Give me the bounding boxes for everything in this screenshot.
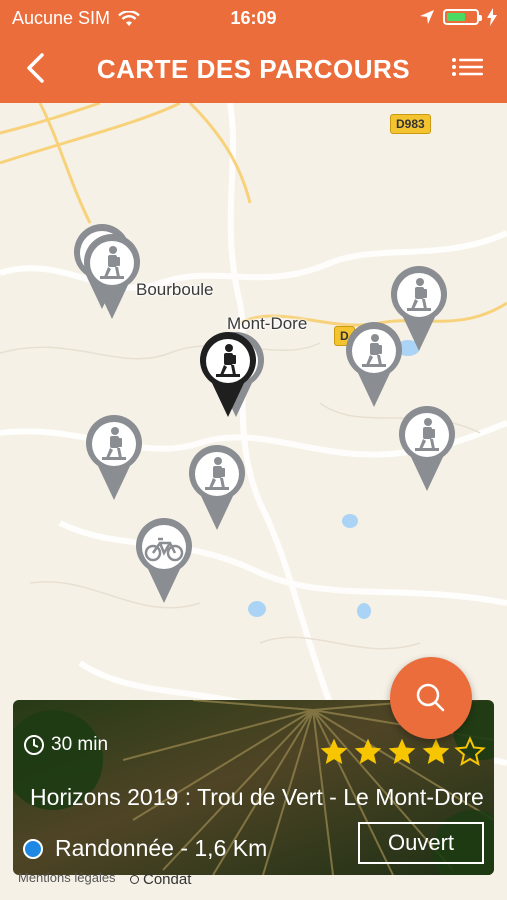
place-label-bourboule: Bourboule (136, 280, 214, 299)
map-pin-hike[interactable] (84, 414, 144, 504)
trail-category: Randonnée - 1,6 Km (23, 835, 267, 862)
star-filled-icon (354, 738, 382, 764)
status-button[interactable]: Ouvert (358, 822, 484, 864)
list-menu-icon[interactable] (451, 54, 485, 84)
location-arrow-icon (420, 10, 434, 24)
search-button[interactable] (390, 657, 472, 739)
star-filled-icon (388, 738, 416, 764)
search-icon (416, 683, 445, 712)
map-pin-hike[interactable] (344, 321, 404, 411)
nav-bar: CARTE DES PARCOURS (0, 36, 507, 103)
category-dot-icon (23, 838, 43, 859)
map-pin-hike[interactable] (82, 233, 142, 323)
app-header: Aucune SIM 16:09 CARTE DES PARCOURS (0, 0, 507, 103)
star-filled-icon (320, 738, 348, 764)
category-label: Randonnée - 1,6 Km (55, 835, 268, 861)
map-pin-hike[interactable] (397, 405, 457, 495)
charging-bolt-icon (487, 8, 497, 26)
map-pin-hike-selected[interactable] (198, 331, 258, 421)
legal-link[interactable]: Mentions légales (18, 870, 116, 885)
page-title: CARTE DES PARCOURS (96, 54, 411, 84)
rating-stars (318, 736, 486, 768)
trail-title: Horizons 2019 : Trou de Vert - Le Mont-D… (30, 784, 484, 810)
star-empty-icon (454, 736, 486, 767)
map-pin-bike[interactable] (134, 517, 194, 607)
star-filled-icon (422, 738, 450, 764)
clock-icon (24, 735, 44, 755)
place-label-condat: Condat (130, 871, 191, 888)
duration-label: 30 min (51, 734, 109, 755)
map-pin-hike[interactable] (187, 444, 247, 534)
trail-duration: 30 min (23, 734, 108, 756)
status-bar: Aucune SIM 16:09 (0, 0, 507, 36)
road-label: D983 (390, 114, 431, 134)
battery-icon (443, 9, 482, 25)
